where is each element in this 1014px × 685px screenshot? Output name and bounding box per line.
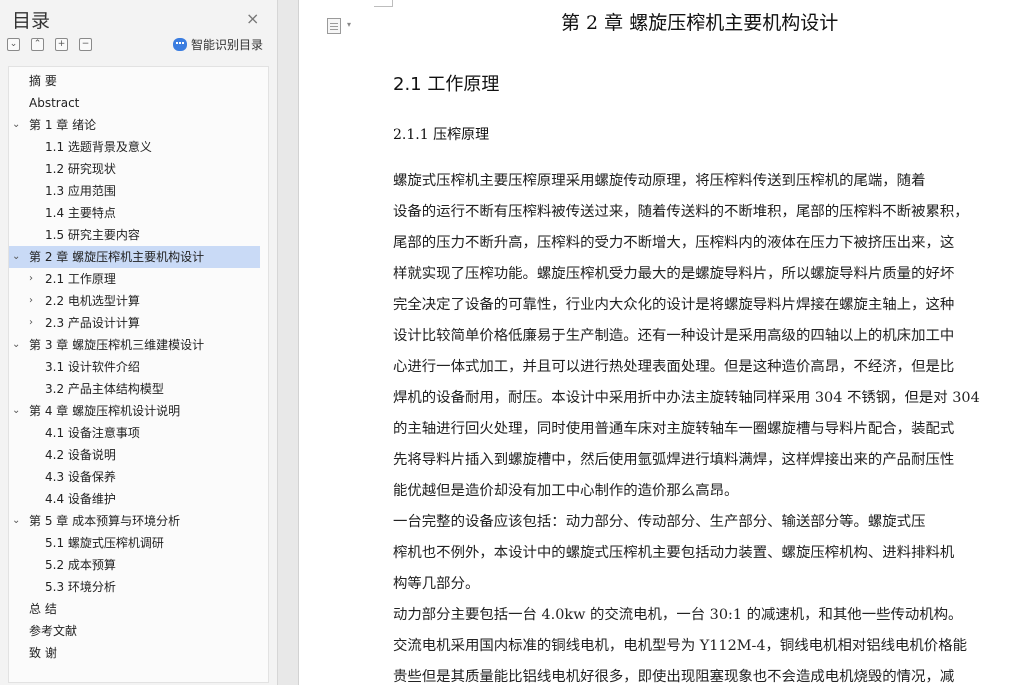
toc-item[interactable]: › 2.2 电机选型计算 xyxy=(9,290,260,312)
toc-item-label: 1.2 研究现状 xyxy=(45,162,116,176)
toc-item[interactable]: 4.2 设备说明 xyxy=(9,444,260,466)
paragraph-line: 样就实现了压榨功能。螺旋压榨机受力最大的是螺旋导料片，所以螺旋导料片质量的好坏 xyxy=(393,266,955,282)
toc-title: 目录 xyxy=(12,10,51,32)
toc-item-label: 总 结 xyxy=(29,602,57,616)
toc-item[interactable]: 5.1 螺旋式压榨机调研 xyxy=(9,532,260,554)
toc-item[interactable]: 4.4 设备维护 xyxy=(9,488,260,510)
toc-item-label: 1.3 应用范围 xyxy=(45,184,116,198)
document-icon[interactable] xyxy=(327,18,341,34)
toc-item-label: 2.1 工作原理 xyxy=(45,272,116,286)
toc-item-label: 第 1 章 绪论 xyxy=(29,118,97,132)
toc-item-label: 2.3 产品设计计算 xyxy=(45,316,140,330)
expand-all-icon[interactable]: ⌃ xyxy=(31,38,44,51)
toc-item-label: 5.3 环境分析 xyxy=(45,580,116,594)
toc-item[interactable]: 5.3 环境分析 xyxy=(9,576,260,598)
toc-item[interactable]: 3.2 产品主体结构模型 xyxy=(9,378,260,400)
toc-item-label: 5.1 螺旋式压榨机调研 xyxy=(45,536,164,550)
chapter-heading: 第 2 章 螺旋压榨机主要机构设计 xyxy=(561,12,839,34)
toc-item[interactable]: 总 结 xyxy=(9,598,260,620)
toc-item-label: 1.4 主要特点 xyxy=(45,206,116,220)
toc-item-label: 参考文献 xyxy=(29,624,78,638)
paragraph-line: 心进行一体式加工，并且可以进行热处理表面处理。但是这种造价高昂，不经济，但是比 xyxy=(393,359,955,375)
toc-item[interactable]: ⌄ 第 2 章 螺旋压榨机主要机构设计 xyxy=(9,246,260,268)
toc-item-label: 第 4 章 螺旋压榨机设计说明 xyxy=(29,404,181,418)
toc-item[interactable]: ⌄ 第 5 章 成本预算与环境分析 xyxy=(9,510,260,532)
toc-item-label: Abstract xyxy=(29,96,80,110)
paragraph-line: 设备的运行不断有压榨料被传送过来，随着传送料的不断堆积，尾部的压榨料不断被累积， xyxy=(393,204,969,220)
toc-item[interactable]: 1.1 选题背景及意义 xyxy=(9,136,260,158)
subsection-heading: 2.1.1 压榨原理 xyxy=(393,127,490,143)
toc-item-label: 4.1 设备注意事项 xyxy=(45,426,140,440)
toc-item[interactable]: 1.2 研究现状 xyxy=(9,158,260,180)
toc-item[interactable]: 4.1 设备注意事项 xyxy=(9,422,260,444)
toc-item[interactable]: 1.3 应用范围 xyxy=(9,180,260,202)
toc-item[interactable]: 1.4 主要特点 xyxy=(9,202,260,224)
paragraph-line: 构等几部分。 xyxy=(393,576,480,592)
paragraph-line: 焊机的设备耐用，耐压。本设计中采用折中办法主旋转轴同样采用 304 不锈钢，但是… xyxy=(393,390,980,406)
toc-item-label: 1.5 研究主要内容 xyxy=(45,228,140,242)
toc-item-label: 2.2 电机选型计算 xyxy=(45,294,140,308)
paragraph-line: 螺旋式压榨机主要压榨原理采用螺旋传动原理，将压榨料传送到压榨机的尾端，随着 xyxy=(393,173,926,189)
toc-item-label: 3.2 产品主体结构模型 xyxy=(45,382,164,396)
chevron-down-icon[interactable]: ⌄ xyxy=(12,334,20,356)
toc-item-label: 1.1 选题背景及意义 xyxy=(45,140,152,154)
paragraph-line: 的主轴进行回火处理，同时使用普通车床对主旋转轴车一圈螺旋槽与导料片配合，装配式 xyxy=(393,421,955,437)
toc-item-label: 第 5 章 成本预算与环境分析 xyxy=(29,514,181,528)
toc-item-label: 4.4 设备维护 xyxy=(45,492,116,506)
chevron-right-icon[interactable]: › xyxy=(29,268,33,290)
smart-toc-button[interactable]: 智能识别目录 xyxy=(173,36,263,53)
smart-toc-label: 智能识别目录 xyxy=(191,38,264,52)
toc-item[interactable]: › 2.1 工作原理 xyxy=(9,268,260,290)
collapse-all-icon[interactable]: ⌄ xyxy=(7,38,20,51)
toc-item-label: 5.2 成本预算 xyxy=(45,558,116,572)
chevron-right-icon[interactable]: › xyxy=(29,312,33,334)
chevron-right-icon[interactable]: › xyxy=(29,290,33,312)
chevron-down-icon[interactable]: ⌄ xyxy=(12,510,20,532)
toc-list: 摘 要 Abstract ⌄ 第 1 章 绪论 1.1 选题背景及意义 1.2 研究现状 1… xyxy=(8,66,269,683)
toc-item[interactable]: 3.1 设计软件介绍 xyxy=(9,356,260,378)
toc-panel: 目录 × ⌄ ⌃ + − 智能识别目录 摘 要 Abstract ⌄ 第 1 章 绪论… xyxy=(0,0,278,685)
ai-icon xyxy=(173,38,187,51)
paragraph-line: 先将导料片插入到螺旋槽中，然后使用氩弧焊进行填料满焊，这样焊接出来的产品耐压性 xyxy=(393,452,955,468)
paragraph-line: 设计比较简单价格低廉易于生产制造。还有一种设计是采用高级的四轴以上的机床加工中 xyxy=(393,328,955,344)
paragraph-line: 贵些但是其质量能比铝线电机好很多，即使出现阻塞现象也不会造成电机烧毁的情况，减 xyxy=(393,669,955,685)
paragraph-line: 完全决定了设备的可靠性，行业内大众化的设计是将螺旋导料片焊接在螺旋主轴上，这种 xyxy=(393,297,955,313)
toc-item[interactable]: 1.5 研究主要内容 xyxy=(9,224,260,246)
toc-item[interactable]: 摘 要 xyxy=(9,70,260,92)
toc-item-label: 致 谢 xyxy=(29,646,57,660)
toc-item-label: 4.3 设备保养 xyxy=(45,470,116,484)
toc-item[interactable]: Abstract xyxy=(9,92,260,114)
paragraph-line: 能优越但是造价却没有加工中心制作的造价那么高昂。 xyxy=(393,483,739,499)
toc-item[interactable]: 5.2 成本预算 xyxy=(9,554,260,576)
toc-item-label: 第 2 章 螺旋压榨机主要机构设计 xyxy=(29,250,205,264)
chevron-down-icon[interactable]: ▾ xyxy=(347,20,351,29)
toc-item[interactable]: ⌄ 第 4 章 螺旋压榨机设计说明 xyxy=(9,400,260,422)
toc-item[interactable]: ⌄ 第 3 章 螺旋压榨机三维建模设计 xyxy=(9,334,260,356)
page-corner-mark xyxy=(374,0,393,7)
paragraph-line: 交流电机采用国内标准的铜线电机，电机型号为 Y112M-4，铜线电机相对铝线电机… xyxy=(393,638,967,654)
chevron-down-icon[interactable]: ⌄ xyxy=(12,400,20,422)
paragraph-line: 榨机也不例外，本设计中的螺旋式压榨机主要包括动力装置、螺旋压榨机构、进料排料机 xyxy=(393,545,955,561)
add-heading-icon[interactable]: + xyxy=(55,38,68,51)
toc-item[interactable]: › 2.3 产品设计计算 xyxy=(9,312,260,334)
toc-item-label: 第 3 章 螺旋压榨机三维建模设计 xyxy=(29,338,205,352)
paragraph-line: 一台完整的设备应该包括：动力部分、传动部分、生产部分、输送部分等。螺旋式压 xyxy=(393,514,926,530)
close-icon[interactable]: × xyxy=(246,9,259,28)
toc-item[interactable]: 致 谢 xyxy=(9,642,260,664)
document-page: ▾ 第 2 章 螺旋压榨机主要机构设计 2.1 工作原理 2.1.1 压榨原理 … xyxy=(298,0,1014,685)
toc-item[interactable]: 参考文献 xyxy=(9,620,260,642)
chevron-down-icon[interactable]: ⌄ xyxy=(12,246,20,268)
remove-heading-icon[interactable]: − xyxy=(79,38,92,51)
paragraph-line: 动力部分主要包括一台 4.0kw 的交流电机，一台 30:1 的减速机，和其他一… xyxy=(393,607,963,623)
toc-item[interactable]: ⌄ 第 1 章 绪论 xyxy=(9,114,260,136)
toc-item[interactable]: 4.3 设备保养 xyxy=(9,466,260,488)
toc-item-label: 3.1 设计软件介绍 xyxy=(45,360,140,374)
toc-item-label: 4.2 设备说明 xyxy=(45,448,116,462)
chevron-down-icon[interactable]: ⌄ xyxy=(12,114,20,136)
section-heading: 2.1 工作原理 xyxy=(393,74,500,95)
toc-item-label: 摘 要 xyxy=(29,74,57,88)
paragraph-line: 尾部的压力不断升高，压榨料的受力不断增大，压榨料内的液体在压力下被挤压出来，这 xyxy=(393,235,955,251)
